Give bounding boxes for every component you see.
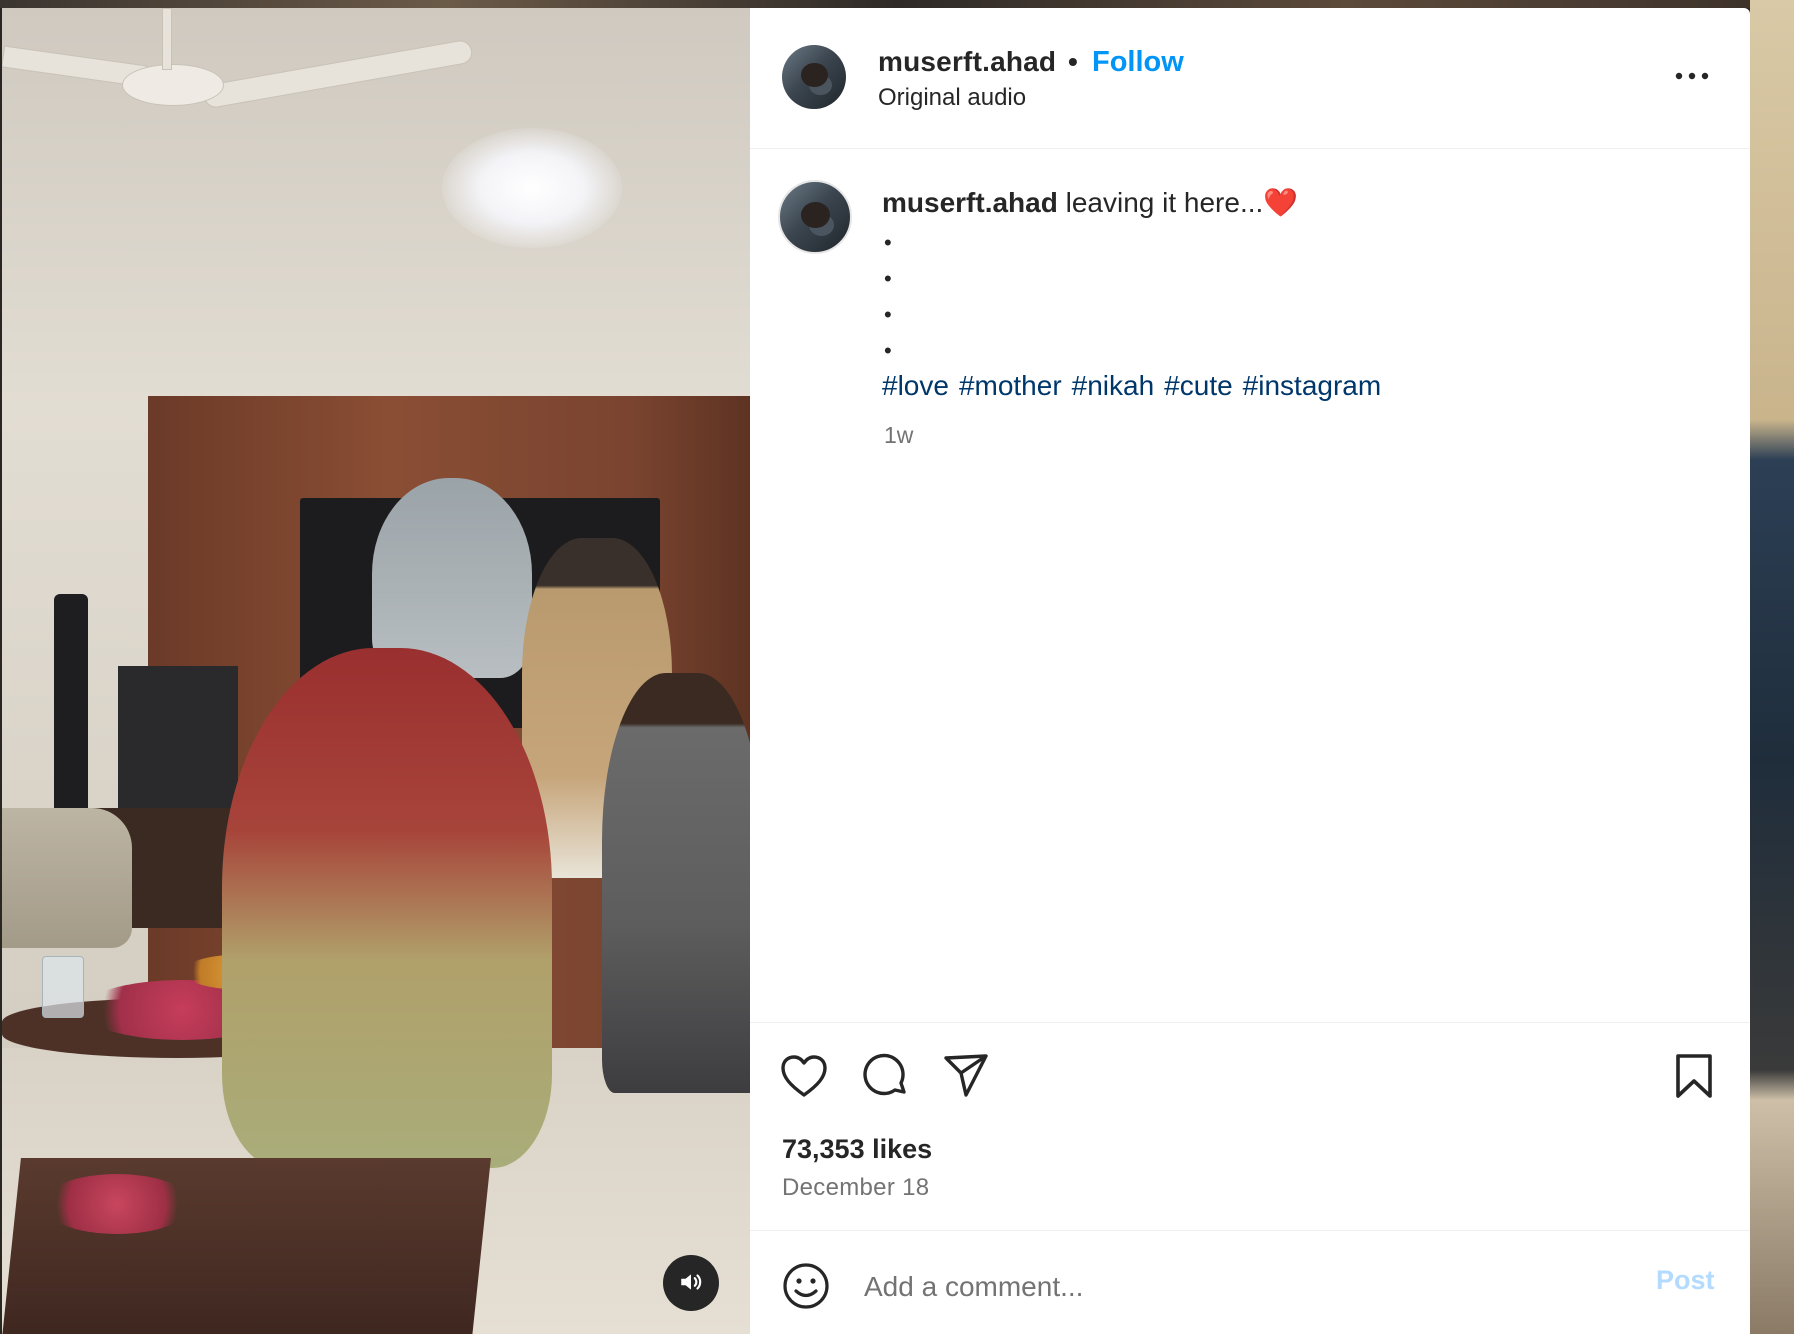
post-comment-button[interactable]: Post [1656, 1265, 1715, 1296]
hashtag-link[interactable]: #cute [1164, 370, 1233, 401]
divider [750, 1022, 1750, 1023]
emoji-smiley-icon[interactable] [780, 1260, 832, 1312]
audio-label[interactable]: Original audio [878, 84, 1026, 112]
caption-bullet: • [884, 266, 892, 291]
hashtag-list: #love #mother #nikah #cute #instagram [882, 370, 1391, 402]
separator-dot: • [1068, 46, 1078, 77]
comment-input[interactable] [862, 1262, 1626, 1312]
caption-bullet: • [884, 302, 892, 327]
caption: muserft.ahad leaving it here...❤️ [882, 186, 1298, 219]
post-details-panel: muserft.ahad • Follow Original audio mus… [750, 8, 1750, 1334]
paper-plane-icon[interactable] [940, 1050, 992, 1102]
comment-bubble-icon[interactable] [860, 1050, 912, 1102]
background-page-right [1750, 0, 1794, 1334]
bookmark-icon[interactable] [1668, 1050, 1720, 1102]
cabinet-box [118, 666, 238, 826]
post-video[interactable] [2, 8, 750, 1334]
caption-avatar[interactable] [778, 180, 852, 254]
person-man-praying [602, 673, 750, 1093]
avatar[interactable] [782, 45, 846, 109]
caption-bullet: • [884, 338, 892, 363]
person-bride [222, 648, 552, 1168]
sofa [2, 808, 132, 948]
speaker-icon [678, 1269, 704, 1298]
hashtag-link[interactable]: #instagram [1243, 370, 1382, 401]
wall-lamp [442, 128, 622, 248]
caption-timestamp[interactable]: 1w [884, 422, 913, 449]
water-glass [42, 956, 84, 1018]
sound-toggle-button[interactable] [663, 1255, 719, 1311]
post-date[interactable]: December 18 [782, 1174, 929, 1202]
rose-petals-front [42, 1174, 192, 1234]
caption-username[interactable]: muserft.ahad [882, 187, 1058, 218]
caption-bullet: • [884, 230, 892, 255]
heart-icon[interactable] [778, 1050, 830, 1102]
speaker [54, 594, 88, 834]
likes-count[interactable]: 73,353 likes [782, 1134, 932, 1165]
post-header: muserft.ahad • Follow Original audio [750, 8, 1750, 149]
caption-text: leaving it here...❤️ [1065, 187, 1299, 218]
background-page-top [0, 0, 1794, 8]
follow-button[interactable]: Follow [1092, 46, 1184, 79]
divider [750, 1230, 1750, 1231]
hashtag-link[interactable]: #mother [959, 370, 1062, 401]
hashtag-link[interactable]: #love [882, 370, 949, 401]
hashtag-link[interactable]: #nikah [1072, 370, 1155, 401]
post-modal: muserft.ahad • Follow Original audio mus… [2, 8, 1750, 1334]
more-options-icon[interactable] [1670, 58, 1714, 94]
ceiling-fan [2, 8, 475, 110]
header-username[interactable]: muserft.ahad [878, 46, 1056, 78]
